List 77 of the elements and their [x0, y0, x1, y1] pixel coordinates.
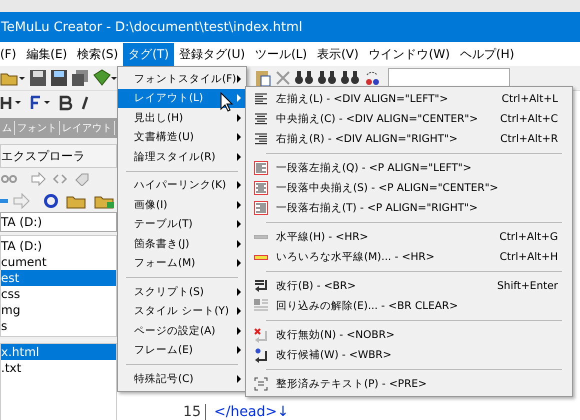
align-icon	[254, 113, 268, 125]
menu-item[interactable]: 整形済みテキスト(P) - <PRE>	[246, 374, 572, 394]
folder-item[interactable]: est	[1, 270, 116, 286]
menu-item[interactable]: ヘルプ(H)	[454, 42, 520, 66]
menu-item[interactable]: 編集(E)	[21, 42, 72, 66]
paste-icon[interactable]	[254, 69, 272, 87]
panel-title: エクスプローラ	[1, 148, 85, 164]
replace-icon[interactable]	[363, 69, 381, 87]
menu-item[interactable]: 左揃え(L) - <DIV ALIGN="LEFT"> Ctrl+Alt+L	[246, 89, 572, 109]
bold-icon[interactable]	[58, 94, 74, 112]
menu-item[interactable]: 登録タグ(U)	[174, 42, 250, 66]
no-break-icon	[254, 328, 268, 342]
menu-item[interactable]: フレーム(E)	[118, 340, 246, 360]
search-field[interactable]	[388, 68, 510, 88]
menu-item[interactable]: 検索(S)	[72, 42, 124, 66]
line-break-icon	[254, 348, 268, 362]
binoculars-icon[interactable]	[317, 69, 337, 87]
menu-item[interactable]: 中央揃え(C) - <DIV ALIGN="CENTER"> Ctrl+Alt+C	[246, 109, 572, 129]
menu-item[interactable]: 改行候補(W) - <WBR>	[246, 345, 572, 365]
align-icon	[254, 133, 268, 145]
menu-item[interactable]: テーブル(T)	[118, 214, 246, 234]
menu-item[interactable]: ページの設定(A)	[118, 321, 246, 340]
menu-item[interactable]: タグ(T)	[123, 42, 174, 66]
window-title: TeMuLu Creator - D:\document\test\index.html	[1, 20, 302, 34]
menu-item[interactable]: 水平線(H) - <HR> Ctrl+Alt+G	[246, 227, 572, 247]
line-icon	[254, 235, 268, 239]
menu-item[interactable]: 論理スタイル(R)	[118, 147, 246, 166]
paragraph-align-icon	[254, 181, 268, 195]
menu-item[interactable]: 回り込みの解除(E)... - <BR CLEAR>	[246, 296, 572, 316]
menu-item[interactable]: ウインドウ(W)	[364, 42, 455, 66]
drive-dropdown[interactable]: TA (D:)	[0, 212, 117, 232]
menu-item[interactable]: 一段落右揃え(T) - <P ALIGN="RIGHT">	[246, 198, 572, 218]
preformatted-icon	[254, 377, 268, 391]
save-all-icon[interactable]	[71, 69, 89, 87]
folder-item[interactable]: s	[1, 318, 116, 334]
refresh-icon[interactable]	[42, 193, 60, 209]
heading-icon[interactable]	[0, 94, 24, 112]
save-icon[interactable]	[50, 69, 68, 87]
book-icon[interactable]	[92, 69, 118, 87]
menu-item[interactable]: 改行無効(N) - <NOBR>	[246, 325, 572, 345]
menu-item[interactable]: 見出し(H)	[118, 108, 246, 128]
save-icon[interactable]	[29, 69, 47, 87]
menu-item[interactable]: レイアウト(L)	[118, 88, 246, 108]
text-lines-icon	[254, 299, 268, 313]
code-text: </head>↓	[214, 404, 289, 420]
folder-item[interactable]: cument	[1, 254, 116, 270]
paragraph-align-icon	[254, 161, 268, 175]
menu-item[interactable]: 改行(B) - <BR> Shift+Enter	[246, 276, 572, 296]
align-icon	[254, 93, 268, 105]
line-break-icon	[254, 279, 268, 293]
menu-item[interactable]: フォントスタイル(F)	[118, 69, 246, 88]
arrow-icon[interactable]	[30, 172, 46, 186]
menu-item[interactable]: いろいろな水平線(M)... - <HR> Ctrl+Alt+H	[246, 247, 572, 267]
folder-item[interactable]: css	[1, 286, 116, 302]
menu-item[interactable]: (F)	[0, 44, 22, 64]
menu-item[interactable]: 特殊記号(C)	[118, 369, 246, 388]
menu-item[interactable]: 文書構造(U)	[118, 128, 246, 147]
menu-item[interactable]: スクリプト(S)	[118, 282, 246, 302]
paragraph-align-icon	[254, 201, 268, 215]
file-item[interactable]: .txt	[1, 360, 116, 376]
binoculars-icon[interactable]	[340, 69, 360, 87]
cursor-icon	[220, 92, 234, 112]
file-item[interactable]: x.html	[1, 344, 116, 360]
line-number: 15	[173, 404, 206, 420]
menu-item[interactable]: フォーム(M)	[118, 254, 246, 273]
menu-item[interactable]: 表示(V)	[312, 42, 364, 66]
menu-item[interactable]: 右揃え(R) - <DIV ALIGN="RIGHT"> Ctrl+Alt+R	[246, 129, 572, 149]
menu-item[interactable]: 一段落左揃え(Q) - <P ALIGN="LEFT">	[246, 158, 572, 178]
menu-item[interactable]: ハイパーリンク(K)	[118, 176, 246, 195]
menu-item[interactable]: 箇条書き(J)	[118, 234, 246, 254]
binoculars-icon[interactable]	[294, 69, 314, 87]
menu-item[interactable]: 一段落中央揃え(S) - <P ALIGN="CENTER">	[246, 178, 572, 198]
menu-item[interactable]: ツール(L)	[250, 42, 312, 66]
menu-item[interactable]: 画像(I)	[118, 195, 246, 214]
menu-item[interactable]: スタイル シート(Y)	[118, 302, 246, 321]
folder-item[interactable]: mg	[1, 302, 116, 318]
folder-item[interactable]: TA (D:)	[1, 238, 116, 254]
